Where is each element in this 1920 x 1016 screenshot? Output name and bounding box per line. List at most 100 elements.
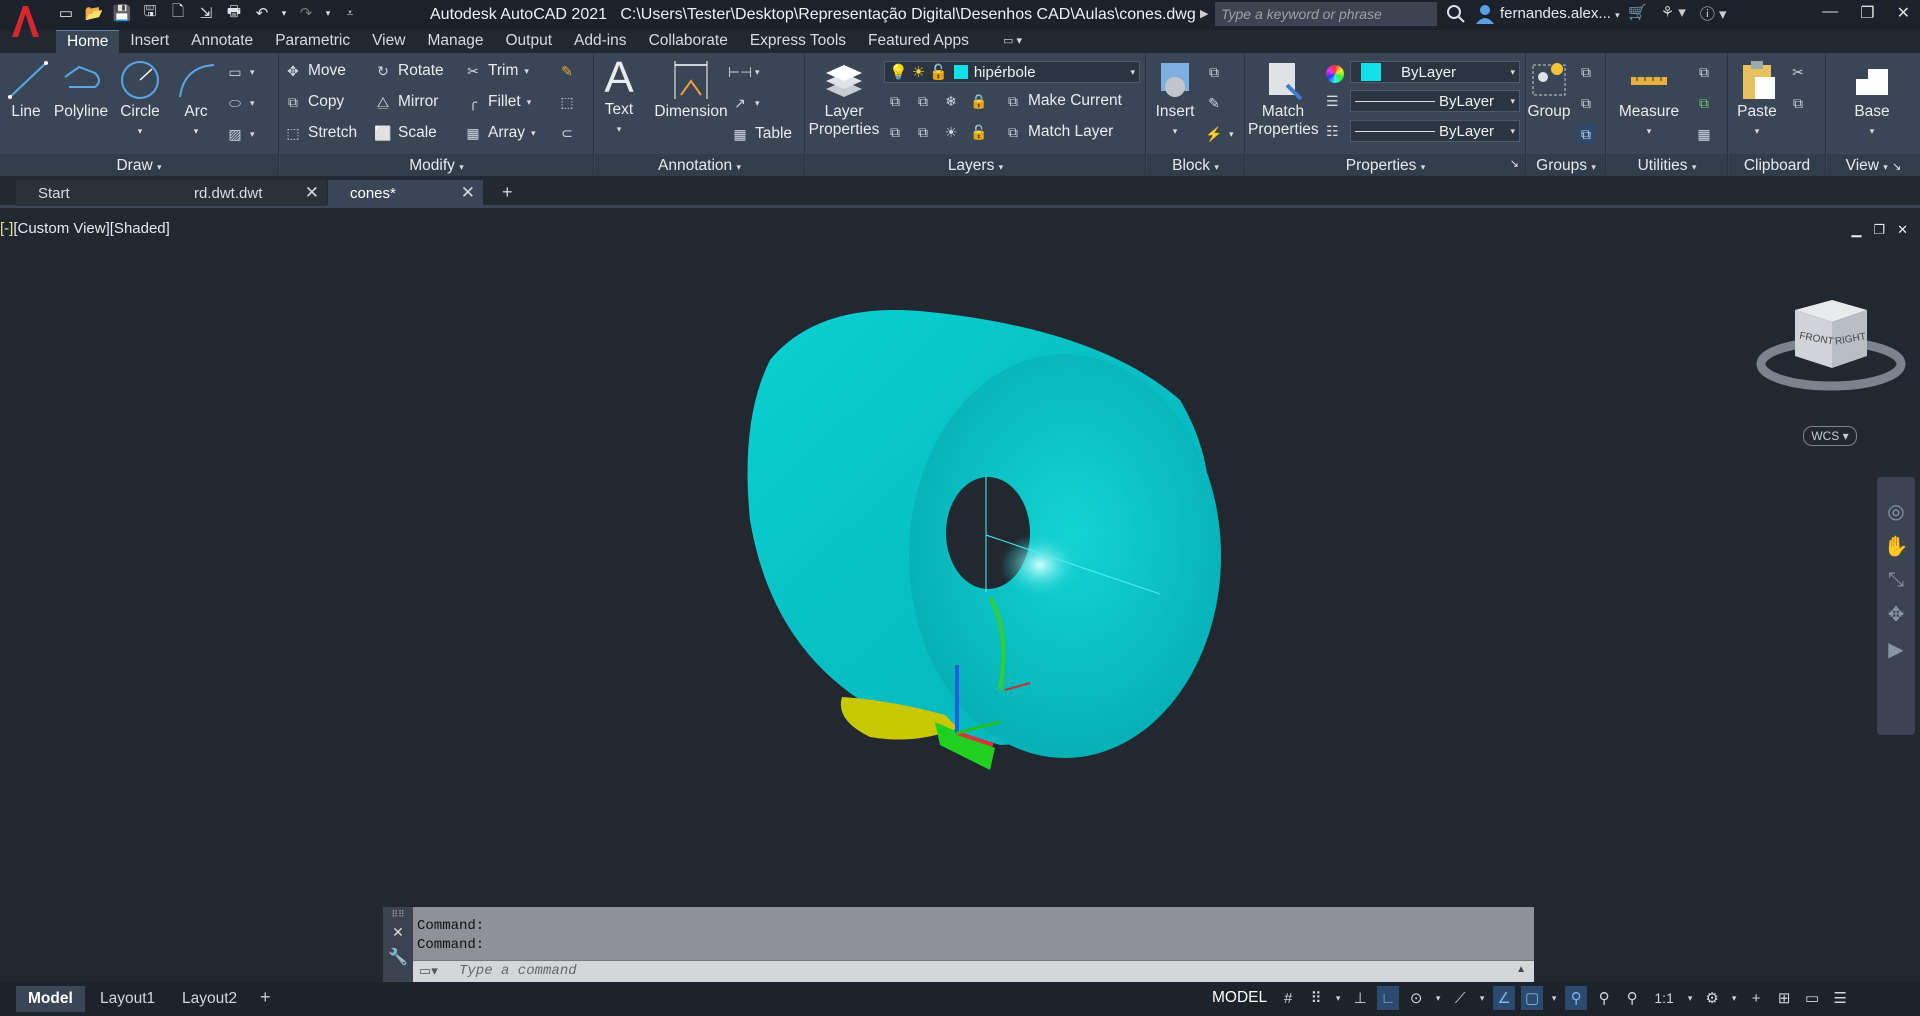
tab-parametric[interactable]: Parametric [264,30,361,53]
linear-dim-button[interactable]: ⊢⊣ ▾ [728,63,760,81]
tab-express-tools[interactable]: Express Tools [739,30,857,53]
object-tracking-icon[interactable]: ∠ [1493,986,1516,1010]
properties-panel-title[interactable]: Properties ▾ ↘ [1246,154,1525,176]
hardware-acceleration-icon[interactable]: ▭ [1801,986,1823,1010]
group-button[interactable]: Group [1527,59,1571,121]
search-icon[interactable] [1446,4,1466,24]
stretch-button[interactable]: ⬚ Stretch [284,124,357,142]
file-tab-start[interactable]: Start [16,180,176,206]
wcs-menu[interactable]: WCS ▾ [1803,426,1857,446]
layer-dropdown[interactable]: 💡 ☀ 🔓 hipérbole ▾ [884,61,1140,83]
color-wheel-icon[interactable] [1326,65,1344,83]
hatch-button[interactable]: ▨ ▾ [226,125,254,143]
customization-icon[interactable]: ☰ [1829,986,1851,1010]
insert-button[interactable]: Insert ▾ [1151,59,1199,140]
explode-button[interactable]: ⬚ [558,93,576,111]
viewcube[interactable]: FRONT RIGHT [1756,300,1906,391]
user-icon[interactable] [1474,3,1496,25]
object-snap-icon[interactable]: ▢ [1521,986,1544,1010]
tab-insert[interactable]: Insert [119,30,180,53]
close-tab-icon[interactable]: ✕ [461,183,475,203]
move-button[interactable]: ✥ Move [284,62,346,80]
open-icon[interactable]: 📂 [84,3,104,23]
mirror-button[interactable]: ⧋ Mirror [374,93,439,111]
export-icon[interactable]: ⇲ [196,3,216,23]
zoom-extents-icon[interactable]: ⤡ [1877,569,1915,592]
annotation-monitor-icon[interactable]: + [1745,986,1767,1010]
command-close-icon[interactable]: ✕ [383,924,413,941]
infer-constraints-icon[interactable]: ⊥ [1349,986,1371,1010]
isodraft-icon[interactable]: ⟋ [1449,986,1471,1010]
snap-icon[interactable]: ⠿ [1305,986,1327,1010]
tab-add-ins[interactable]: Add-ins [563,30,638,53]
layout-tab-layout2[interactable]: Layout2 [170,986,249,1012]
units-icon[interactable]: ⊞ [1773,986,1795,1010]
modify-panel-title[interactable]: Modify ▾ [280,154,593,176]
pan-icon[interactable]: ✋ [1877,534,1915,559]
edit-block-button[interactable]: ✎ [1205,94,1223,112]
circle-button[interactable]: Circle ▾ [116,59,164,140]
polar-icon[interactable]: ⊙ [1405,986,1427,1010]
text-button[interactable]: A Text ▾ [601,55,637,138]
tab-featured-apps[interactable]: Featured Apps [857,30,980,53]
base-button[interactable]: Base ▾ [1847,59,1897,140]
undo-dropdown-icon[interactable]: ▾ [280,3,288,23]
linetype-icon[interactable]: ☷ [1326,123,1339,140]
layer-off-icon[interactable]: ⧉ [886,92,904,110]
grip-icon[interactable]: ⠿⠿ [383,909,413,920]
viewport-restore-icon[interactable]: ❐ [1873,222,1885,238]
view-launcher-icon[interactable]: ↘ [1892,161,1901,173]
array-button[interactable]: ▦ Array ▾ [464,124,535,142]
dimension-button[interactable]: Dimension [651,59,731,121]
steering-wheel-icon[interactable]: ◎ [1877,499,1915,524]
match-layer-button[interactable]: ⧉ Match Layer [1004,123,1113,141]
model-space-toggle[interactable]: MODEL [1208,989,1271,1007]
groups-panel-title[interactable]: Groups ▾ [1527,154,1605,176]
annotation-scale-value[interactable]: 1:1 [1649,986,1679,1010]
viewport-menu-icon[interactable]: [-] [0,220,13,237]
layer-thaw-icon[interactable]: ☀ [942,123,960,141]
grid-icon[interactable]: # [1277,986,1299,1010]
save-as-icon[interactable]: 🖫 [140,3,160,23]
snap-dropdown-icon[interactable]: ▾ [1333,986,1343,1010]
file-tab-rd[interactable]: rd.dwt.dwt ✕ [172,180,327,206]
command-grip[interactable]: ⠿⠿ ✕ 🔧 [383,907,413,982]
lineweight-dropdown[interactable]: ByLayer ▾ [1350,120,1520,142]
annotation-panel-title[interactable]: Annotation ▾ [595,154,804,176]
group-edit-button[interactable]: ⧉ [1577,94,1595,112]
group-selection-button[interactable]: ⧉ [1577,125,1595,143]
line-button[interactable]: Line [6,59,48,121]
minimize-icon[interactable]: — [1822,3,1838,23]
file-tab-cones[interactable]: cones* ✕ [328,180,483,206]
ungroup-button[interactable]: ⧉ [1577,63,1595,81]
calculator-button[interactable]: ▦ [1695,125,1713,143]
clipboard-panel-title[interactable]: Clipboard [1729,154,1825,176]
viewport-controls-label[interactable]: [-][Custom View][Shaded] [0,220,170,237]
layer-lock-icon[interactable]: 🔒 [970,92,988,110]
make-current-button[interactable]: ⧉ Make Current [1004,92,1122,110]
cut-button[interactable]: ✂ [1789,63,1807,81]
create-block-button[interactable]: ⧉ [1205,63,1223,81]
block-attributes-button[interactable]: ⚡ ▾ [1205,125,1233,143]
plot-icon[interactable]: 🖶 [224,3,244,23]
layer-on-icon[interactable]: ⧉ [886,123,904,141]
quick-select-button[interactable]: ⧉ [1695,63,1713,81]
new-tab-icon[interactable]: + [502,182,513,203]
rotate-button[interactable]: ↻ Rotate [374,62,444,80]
tab-annotate[interactable]: Annotate [180,30,264,53]
match-properties-button[interactable]: Match Properties [1248,59,1319,139]
table-button[interactable]: ▦ Table [731,125,792,143]
publish-icon[interactable]: 🗋 [168,3,188,23]
save-icon[interactable]: 💾 [112,3,132,23]
command-customize-icon[interactable]: 🔧 [383,947,413,967]
command-input[interactable]: ▭▾ Type a command ▲ [413,960,1534,982]
copy-button[interactable]: ⧉ Copy [284,93,344,111]
trim-button[interactable]: ✂ Trim ▾ [464,62,529,80]
annotation-scale-icon[interactable]: ⚲ [1621,986,1643,1010]
customize-qat-icon[interactable]: ⩡ [340,3,360,23]
user-name[interactable]: fernandes.alex... ▾ [1500,5,1620,22]
color-dropdown[interactable]: ByLayer ▾ [1350,61,1520,83]
layer-unisolate-icon[interactable]: ⧉ [914,123,932,141]
layout-tab-layout1[interactable]: Layout1 [88,986,167,1012]
paste-button[interactable]: Paste ▾ [1733,59,1781,140]
